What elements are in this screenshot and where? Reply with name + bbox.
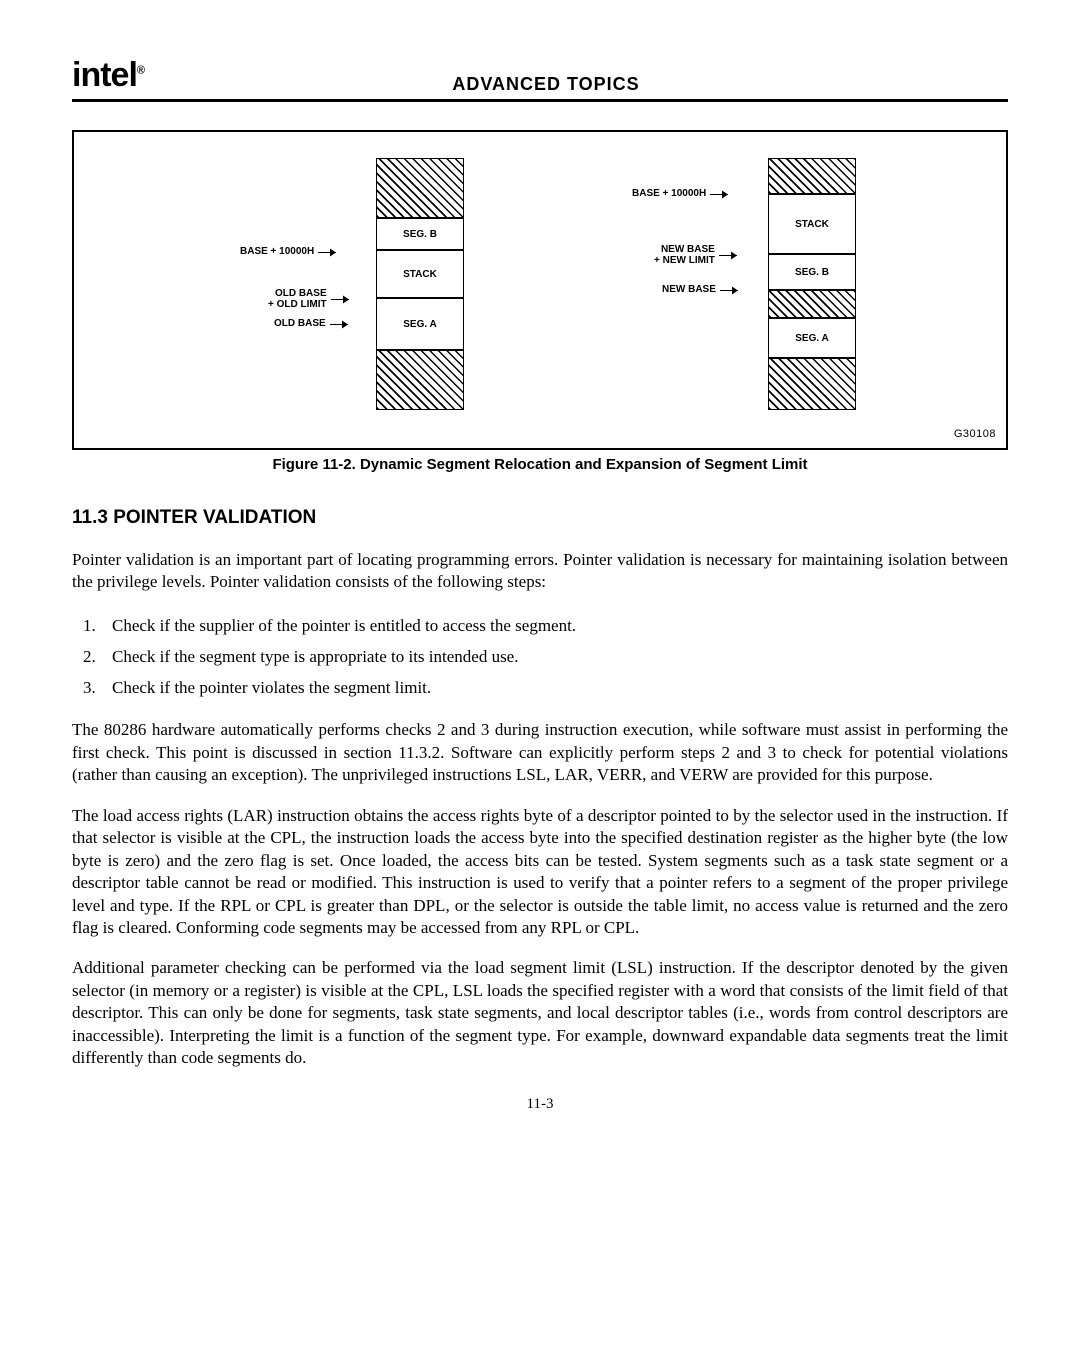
page-title: ADVANCED TOPICS <box>144 74 948 95</box>
logo-text: intel <box>72 56 137 94</box>
figure-caption: Figure 11-2. Dynamic Segment Relocation … <box>72 456 1008 473</box>
right-hatched-bottom <box>768 358 856 410</box>
paragraph-lsl: Additional parameter checking can be per… <box>72 957 1008 1069</box>
left-hatched-top <box>376 158 464 218</box>
left-label-old-base-old-limit: OLD BASE + OLD LIMIT <box>268 288 327 310</box>
intel-logo: intel® <box>72 56 144 95</box>
paragraph-intro: Pointer validation is an important part … <box>72 549 1008 594</box>
left-stack: STACK <box>376 250 464 298</box>
registered-mark: ® <box>137 65 144 77</box>
right-label-new-base: NEW BASE <box>662 284 716 295</box>
figure-left-column: SEG. B STACK SEG. A <box>376 158 464 422</box>
validation-steps-list: Check if the supplier of the pointer is … <box>72 612 1008 702</box>
right-label-new-base-new-limit: NEW BASE + NEW LIMIT <box>654 244 715 266</box>
right-seg-b: SEG. B <box>768 254 856 290</box>
step-3: Check if the pointer violates the segmen… <box>100 674 1008 701</box>
paragraph-lar: The load access rights (LAR) instruction… <box>72 805 1008 940</box>
paragraph-hardware-checks: The 80286 hardware automatically perform… <box>72 719 1008 786</box>
left-seg-a: SEG. A <box>376 298 464 350</box>
page-header: intel® ADVANCED TOPICS <box>72 56 1008 102</box>
section-heading: 11.3 POINTER VALIDATION <box>72 507 1008 529</box>
left-label-base-10000h: BASE + 10000H <box>240 246 314 257</box>
right-stack: STACK <box>768 194 856 254</box>
figure-11-2: SEG. B STACK SEG. A BASE + 10000H OLD BA… <box>72 130 1008 450</box>
step-2: Check if the segment type is appropriate… <box>100 643 1008 670</box>
step-1: Check if the supplier of the pointer is … <box>100 612 1008 639</box>
figure-code: G30108 <box>954 428 996 440</box>
figure-right-column: STACK SEG. B SEG. A <box>768 158 856 422</box>
right-hatched-mid <box>768 290 856 318</box>
page-number: 11-3 <box>72 1096 1008 1113</box>
left-hatched-bottom <box>376 350 464 410</box>
right-seg-a: SEG. A <box>768 318 856 358</box>
right-label-base-10000h: BASE + 10000H <box>632 188 706 199</box>
left-seg-b: SEG. B <box>376 218 464 250</box>
left-label-old-base: OLD BASE <box>274 318 326 329</box>
right-hatched-top <box>768 158 856 194</box>
